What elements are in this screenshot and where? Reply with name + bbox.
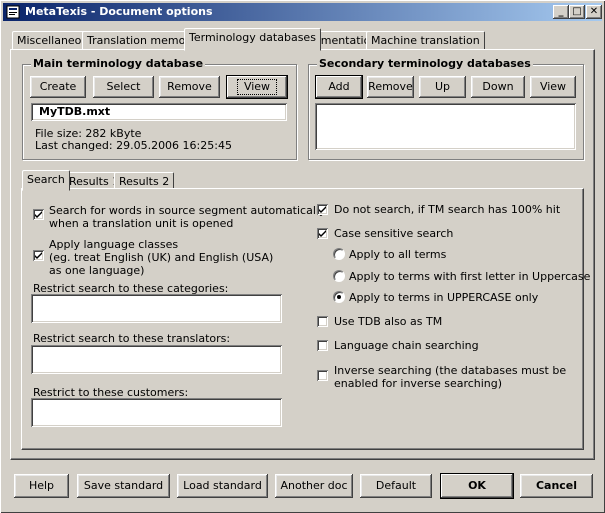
remove-button[interactable]: Remove [159, 76, 220, 98]
save-standard-button[interactable]: Save standard [77, 474, 170, 498]
language-classes-line1: Apply language classes [49, 238, 179, 251]
language-chain-label[interactable]: Language chain searching [334, 339, 479, 352]
use-tdb-tm-checkbox[interactable] [317, 316, 328, 327]
tab-search[interactable]: Search [22, 170, 70, 191]
restrict-customers-input[interactable] [31, 398, 282, 427]
view-label: View [539, 80, 567, 93]
radio-all-terms-label[interactable]: Apply to all terms [349, 248, 446, 261]
maximize-icon: □ [572, 6, 582, 17]
case-sensitive-checkbox[interactable] [317, 228, 328, 239]
add-button[interactable]: Add [316, 76, 362, 98]
radio-selected-dot [337, 295, 341, 299]
auto-search-line1: Search for words in source segment autom… [49, 204, 326, 217]
language-classes-line2: (eg. treat English (UK) and English (USA… [49, 251, 274, 264]
select-button[interactable]: Select [93, 76, 154, 98]
tab-label: Terminology databases [189, 31, 316, 44]
up-button[interactable]: Up [419, 76, 466, 98]
checkmark-icon [35, 252, 42, 259]
checkmark-icon [35, 211, 42, 218]
tab-label: Results 2 [119, 175, 170, 188]
restrict-categories-input[interactable] [31, 294, 282, 323]
remove-label: Remove [368, 80, 413, 93]
window-title: MetaTexis - Document options [25, 5, 213, 18]
secondary-databases-list[interactable] [315, 103, 576, 150]
another-doc-button[interactable]: Another doc [275, 474, 353, 498]
secondary-terminology-title: Secondary terminology databases [317, 57, 533, 70]
save-standard-label: Save standard [83, 479, 164, 492]
filename-field[interactable]: MyTDB.mxt [31, 103, 287, 121]
select-label: Select [106, 80, 141, 93]
radio-uppercase-only-label[interactable]: Apply to terms in UPPERCASE only [349, 291, 538, 304]
inverse-search-line2: enabled for inverse searching) [334, 377, 503, 390]
checkmark-icon [319, 230, 326, 237]
restrict-translators-input[interactable] [31, 345, 282, 374]
default-label: Default [375, 479, 417, 492]
create-button[interactable]: Create [30, 76, 86, 98]
create-label: Create [39, 80, 77, 93]
no-search-tm-label[interactable]: Do not search, if TM search has 100% hit [334, 203, 560, 216]
secondary-remove-button[interactable]: Remove [367, 76, 414, 98]
use-tdb-tm-label[interactable]: Use TDB also as TM [334, 315, 442, 328]
ok-button[interactable]: OK [441, 474, 513, 498]
checkmark-icon [319, 206, 326, 213]
ok-label: OK [468, 479, 486, 492]
another-doc-label: Another doc [280, 479, 348, 492]
maximize-button[interactable]: □ [569, 5, 585, 19]
tab-terminology-databases[interactable]: Terminology databases [184, 28, 321, 51]
cancel-label: Cancel [535, 479, 578, 492]
add-label: Add [328, 80, 350, 93]
restrict-translators-label: Restrict search to these translators: [33, 332, 231, 345]
view-label: View [236, 79, 278, 95]
remove-label: Remove [167, 80, 212, 93]
minimize-icon: _ [558, 6, 564, 17]
case-sensitive-label[interactable]: Case sensitive search [334, 227, 453, 240]
document-options-window: MetaTexis - Document options _ □ ✕ Misce… [0, 0, 605, 513]
radio-first-letter[interactable] [333, 270, 345, 282]
auto-search-label[interactable]: Search for words in source segment autom… [49, 204, 325, 230]
language-classes-line3: as one language) [49, 264, 145, 277]
help-label: Help [28, 479, 55, 492]
tab-label: Search [27, 173, 65, 186]
app-icon [6, 5, 20, 19]
close-icon: ✕ [589, 6, 599, 17]
radio-uppercase-only[interactable] [333, 291, 345, 303]
up-label: Up [434, 80, 451, 93]
close-button[interactable]: ✕ [586, 5, 602, 19]
help-button[interactable]: Help [14, 474, 69, 498]
tab-label: Results 1 [69, 175, 120, 188]
no-search-tm-checkbox[interactable] [317, 204, 328, 215]
radio-first-letter-label[interactable]: Apply to terms with first letter in Uppe… [349, 270, 590, 283]
tab-label: Machine translation [371, 34, 480, 47]
view-button[interactable]: View [227, 76, 287, 98]
language-classes-checkbox[interactable] [33, 250, 44, 261]
radio-all-terms[interactable] [333, 248, 345, 260]
down-label: Down [482, 80, 514, 93]
last-changed-text: Last changed: 29.05.2006 16:25:45 [35, 139, 232, 152]
main-terminology-title: Main terminology database [31, 57, 206, 70]
title-bar[interactable]: MetaTexis - Document options _ □ ✕ [3, 3, 602, 21]
minimize-button[interactable]: _ [553, 5, 569, 19]
load-standard-label: Load standard [183, 479, 262, 492]
load-standard-button[interactable]: Load standard [177, 474, 268, 498]
default-button[interactable]: Default [360, 474, 432, 498]
inverse-search-checkbox[interactable] [317, 370, 328, 381]
tab-machine-translation[interactable]: Machine translation [366, 31, 485, 50]
cancel-button[interactable]: Cancel [520, 474, 593, 498]
inverse-search-line1: Inverse searching (the databases must be [334, 364, 567, 377]
down-button[interactable]: Down [471, 76, 525, 98]
secondary-view-button[interactable]: View [530, 76, 576, 98]
auto-search-line2: when a translation unit is opened [49, 217, 234, 230]
language-classes-label[interactable]: Apply language classes (eg. treat Englis… [49, 238, 273, 277]
language-chain-checkbox[interactable] [317, 340, 328, 351]
inverse-search-label[interactable]: Inverse searching (the databases must be… [334, 364, 566, 390]
auto-search-checkbox[interactable] [33, 209, 44, 220]
